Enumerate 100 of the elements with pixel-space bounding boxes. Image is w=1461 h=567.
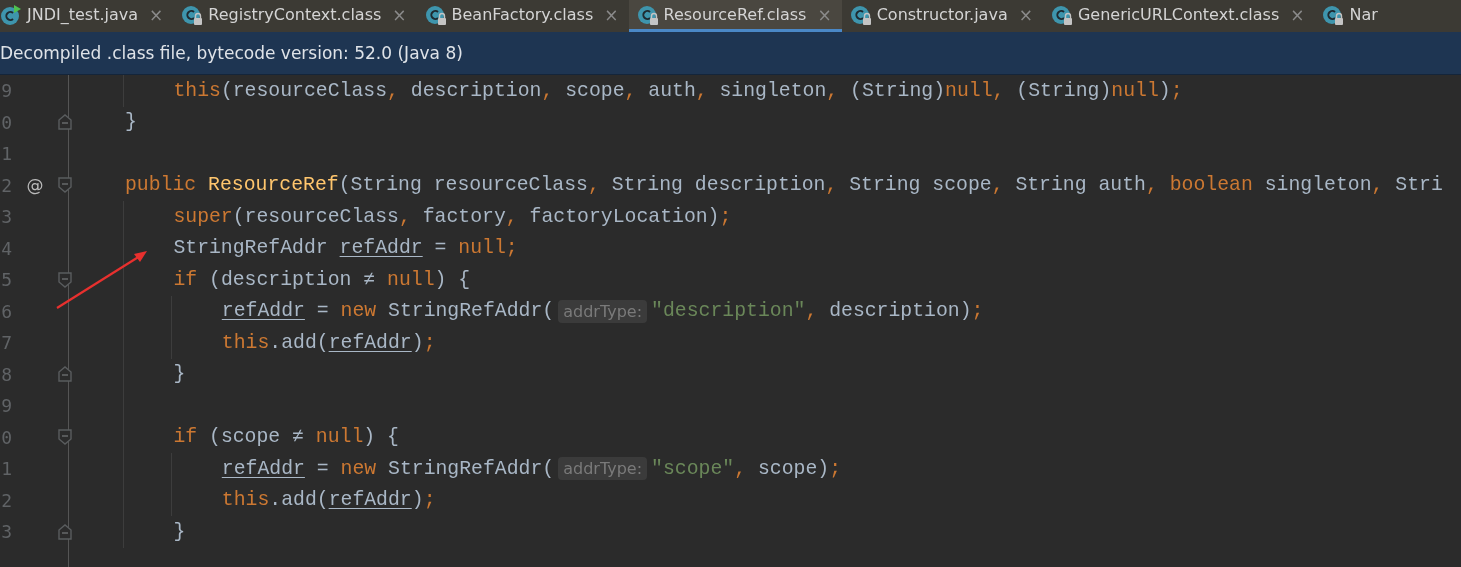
locked-class-icon: [849, 3, 872, 26]
keyword: if: [173, 426, 198, 449]
locked-class-icon: [181, 3, 204, 26]
punctuation: ,: [588, 174, 601, 197]
line-number: 4: [0, 237, 12, 259]
keyword: new: [340, 457, 378, 480]
fold-icon[interactable]: [58, 177, 72, 194]
line-number: 3: [0, 206, 12, 228]
file-tab[interactable]: ResourceRef.class ×: [628, 0, 842, 32]
tab-label: Constructor.java: [876, 5, 1008, 24]
line-number: 1: [0, 458, 12, 480]
code-text: =: [433, 237, 448, 260]
keyword: boolean: [1169, 174, 1254, 197]
method-name: ResourceRef: [208, 174, 339, 197]
line-number: 3: [0, 521, 12, 543]
code-text: scope): [757, 457, 830, 480]
locked-class-icon: [1322, 3, 1345, 26]
code-text: singleton: [1264, 174, 1372, 197]
java-class-run-icon: [0, 3, 22, 26]
punctuation: ,: [991, 174, 1005, 197]
keyword: this: [221, 331, 270, 354]
line-number: 1: [0, 143, 12, 165]
tab-label: RegistryContext.class: [208, 5, 382, 24]
line-number: 5: [0, 269, 12, 291]
code-text: (String): [1016, 79, 1112, 102]
keyword: null: [945, 79, 993, 102]
code-text: factoryLocation): [529, 205, 720, 228]
punctuation: ,: [992, 79, 1006, 102]
line-number: 8: [0, 363, 12, 385]
code-text: (String): [850, 79, 946, 102]
fold-icon[interactable]: [58, 366, 72, 383]
punctuation: ,: [695, 79, 709, 102]
punctuation: ;: [1170, 79, 1183, 102]
code-text: (resourceClass: [232, 205, 399, 228]
keyword: this: [221, 489, 270, 512]
locked-class-icon: [636, 3, 659, 26]
code-text: String scope: [849, 174, 992, 197]
code-text: (description ≠: [208, 268, 377, 291]
code-text: ): [1158, 79, 1171, 102]
punctuation: ;: [505, 237, 518, 260]
fold-icon[interactable]: [58, 114, 72, 131]
code-text: (scope ≠: [208, 426, 305, 449]
file-tab[interactable]: Constructor.java ×: [841, 0, 1043, 32]
file-tab[interactable]: Nar: [1314, 0, 1388, 32]
code-text: ): [411, 489, 424, 512]
punctuation: ;: [829, 457, 842, 480]
punctuation: ,: [1145, 174, 1159, 197]
file-tab[interactable]: RegistryContext.class ×: [173, 0, 417, 32]
tab-label: ResourceRef.class: [663, 5, 807, 24]
punctuation: ;: [423, 331, 436, 354]
code-text: String description: [611, 174, 826, 197]
fold-icon[interactable]: [58, 271, 72, 288]
line-number: 7: [0, 332, 12, 354]
code-text: singleton: [719, 79, 827, 102]
code-text: ) {: [434, 268, 471, 291]
parameter-hint: addrType:: [558, 299, 648, 323]
punctuation: ,: [826, 79, 840, 102]
punctuation: ;: [423, 489, 436, 512]
code-text: Stri: [1395, 174, 1443, 197]
tab-label: BeanFactory.class: [451, 5, 594, 24]
punctuation: ,: [825, 174, 839, 197]
string-literal: "scope": [651, 457, 735, 480]
punctuation: ,: [505, 205, 519, 228]
line-number: 0: [0, 426, 12, 448]
code-text: .add(: [269, 331, 329, 354]
keyword: new: [340, 300, 378, 323]
code-text: .add(: [269, 489, 329, 512]
code-text: ): [411, 331, 424, 354]
keyword: null: [458, 237, 506, 260]
code-text: description): [829, 300, 972, 323]
keyword: null: [1111, 79, 1159, 102]
code-text: }: [173, 363, 186, 386]
locked-class-icon: [1050, 3, 1073, 26]
code-text: StringRefAddr(: [388, 300, 555, 323]
line-number: 2: [0, 489, 12, 511]
string-literal: "description": [651, 300, 806, 323]
punctuation: ,: [541, 79, 555, 102]
tab-label: GenericURLContext.class: [1077, 5, 1280, 24]
code-text: scope: [565, 79, 625, 102]
fold-icon[interactable]: [58, 523, 72, 540]
override-marker[interactable]: @: [26, 175, 44, 196]
punctuation: ;: [971, 300, 984, 323]
keyword: if: [173, 268, 198, 291]
code-text: (String resourceClass: [338, 174, 588, 197]
code-text: =: [315, 300, 330, 323]
code-text: String auth: [1015, 174, 1146, 197]
code-text: ) {: [363, 426, 399, 449]
variable-name: refAddr: [328, 489, 412, 512]
locked-class-icon: [424, 3, 447, 26]
file-tab[interactable]: GenericURLContext.class ×: [1042, 0, 1315, 32]
punctuation: ;: [719, 205, 732, 228]
code-text: auth: [648, 79, 696, 102]
file-tab[interactable]: JNDI_test.java ×: [0, 0, 174, 32]
code-text: StringRefAddr(: [388, 457, 555, 480]
code-text: factory: [422, 205, 506, 228]
file-tab[interactable]: BeanFactory.class ×: [416, 0, 629, 32]
fold-icon[interactable]: [58, 429, 72, 446]
variable-name: refAddr: [221, 457, 305, 480]
line-number: 9: [0, 80, 12, 102]
code-text: }: [173, 520, 186, 543]
